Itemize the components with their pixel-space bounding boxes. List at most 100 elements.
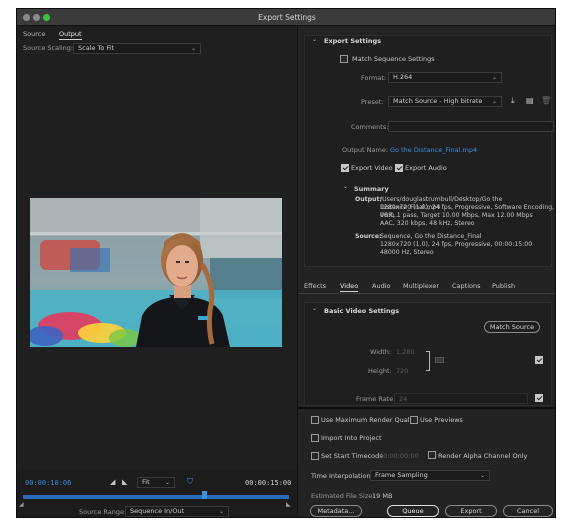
comments-input[interactable] [388, 121, 554, 132]
estimated-file-size-label: Estimated File Size: [311, 492, 375, 500]
zoom-fit-value: Fit [142, 478, 150, 486]
format-dropdown[interactable]: H.264 ⌄ [388, 72, 502, 83]
width-value[interactable]: 1,280 [396, 348, 415, 356]
width-match-checkbox[interactable] [535, 356, 543, 364]
timeline-controls: 00:00:10:06 ◢ ◣ Fit ⌄ ⛉ 00:00:15:00 ◢ ◣ … [17, 469, 297, 517]
collapse-chevron-icon[interactable]: ⌄ [343, 183, 348, 190]
export-video-checkbox[interactable] [341, 164, 349, 172]
preview-panel: Source Output Source Scaling: Scale To F… [17, 26, 297, 517]
height-value[interactable]: 720 [396, 367, 408, 375]
frame-rate-value: 24 [399, 395, 408, 403]
chevron-down-icon: ⌄ [164, 479, 170, 486]
collapse-chevron-icon[interactable]: ⌄ [312, 305, 317, 312]
export-video-label: Export Video [351, 164, 393, 172]
use-previews-checkbox[interactable] [410, 416, 418, 424]
tab-video[interactable]: Video [340, 282, 359, 292]
preview-frame-image [30, 198, 282, 347]
set-start-timecode-label: Set Start Timecode [321, 452, 384, 460]
export-button[interactable]: Export [445, 505, 497, 517]
source-scaling-dropdown[interactable]: Scale To Fit ⌄ [73, 43, 201, 54]
collapse-chevron-icon[interactable]: ⌄ [312, 36, 317, 43]
chevron-down-icon: ⌄ [491, 74, 497, 81]
output-name-link[interactable]: Go the Distance_Final.mp4 [390, 146, 477, 154]
format-label: Format: [361, 74, 387, 82]
basic-video-settings-header: Basic Video Settings [324, 307, 400, 315]
playhead-handle[interactable] [201, 491, 207, 499]
match-sequence-label: Match Sequence Settings [352, 55, 435, 63]
summary-header: Summary [354, 185, 389, 193]
import-preset-icon[interactable]: ▤ [526, 96, 534, 105]
settings-panel: ⌄ Export Settings Match Sequence Setting… [298, 26, 555, 517]
max-render-quality-checkbox[interactable] [311, 416, 319, 424]
preset-label: Preset: [361, 98, 384, 106]
match-sequence-checkbox[interactable] [340, 55, 348, 63]
link-dimensions-icon[interactable] [435, 357, 444, 363]
tab-audio[interactable]: Audio [372, 282, 390, 290]
set-out-point-icon[interactable]: ◣ [122, 478, 127, 486]
tab-output[interactable]: Output [59, 30, 82, 40]
summary-output-line: AAC, 320 kbps, 48 kHz, Stereo [380, 220, 475, 227]
frame-rate-dropdown[interactable]: 24 [394, 393, 528, 404]
tab-effects[interactable]: Effects [304, 282, 326, 290]
preset-value: Match Source - High bitrate [393, 97, 483, 105]
metadata-button[interactable]: Metadata... [310, 505, 362, 517]
cancel-button[interactable]: Cancel [503, 505, 553, 517]
title-bar: Export Settings [17, 9, 555, 26]
save-preset-icon[interactable]: ⤓ [511, 96, 515, 106]
time-interpolation-label: Time Interpolation: [311, 472, 373, 480]
current-timecode[interactable]: 00:00:10:06 [25, 479, 71, 487]
export-audio-label: Export Audio [405, 164, 447, 172]
frame-rate-label: Frame Rate: [356, 395, 396, 403]
in-point-marker-icon[interactable]: ◢ [19, 501, 24, 508]
source-range-value: Sequence In/Out [130, 507, 185, 515]
time-interpolation-dropdown[interactable]: Frame Sampling ⌄ [370, 470, 490, 481]
delete-preset-icon[interactable]: 🗑 [541, 96, 551, 105]
width-label: Width: [370, 348, 392, 356]
source-range-dropdown[interactable]: Sequence In/Out ⌄ [125, 506, 229, 517]
source-range-label: Source Range: [79, 508, 127, 516]
timeline-track[interactable] [23, 495, 289, 499]
chevron-down-icon: ⌄ [218, 508, 224, 515]
queue-button[interactable]: Queue [387, 505, 439, 517]
summary-source-label: Source: [355, 233, 382, 240]
summary-source-line: 48000 Hz, Stereo [380, 249, 434, 256]
export-settings-window: Export Settings Source Output Source Sca… [16, 8, 556, 518]
format-value: H.264 [393, 73, 413, 81]
render-alpha-label: Render Alpha Channel Only [438, 452, 528, 460]
import-into-project-checkbox[interactable] [311, 434, 319, 442]
use-previews-label: Use Previews [420, 416, 463, 424]
frame-rate-match-checkbox[interactable] [535, 394, 543, 402]
start-timecode-value[interactable]: 00:00:00:00 [379, 452, 419, 460]
max-render-quality-label: Use Maximum Render Quality [321, 416, 418, 424]
time-interpolation-value: Frame Sampling [375, 471, 428, 479]
end-timecode: 00:00:15:00 [245, 479, 292, 487]
chevron-down-icon: ⌄ [479, 472, 485, 479]
tab-multiplexer[interactable]: Multiplexer [403, 282, 439, 290]
set-in-point-icon[interactable]: ◢ [110, 478, 115, 486]
video-preview [30, 198, 282, 347]
zoom-fit-dropdown[interactable]: Fit ⌄ [137, 477, 175, 488]
window-title: Export Settings [258, 13, 316, 22]
link-bracket [426, 351, 430, 371]
chevron-down-icon: ⌄ [491, 98, 497, 105]
height-label: Height: [368, 367, 392, 375]
comments-label: Comments: [351, 123, 389, 131]
source-scaling-value: Scale To Fit [78, 44, 115, 52]
out-point-marker-icon[interactable]: ◣ [286, 501, 291, 508]
import-into-project-label: Import Into Project [321, 434, 382, 442]
summary-output-label: Output: [355, 196, 382, 203]
match-source-button[interactable]: Match Source [484, 321, 540, 333]
source-scaling-label: Source Scaling: [23, 44, 74, 52]
preset-dropdown[interactable]: Match Source - High bitrate ⌄ [388, 96, 502, 107]
output-name-label: Output Name: [342, 146, 389, 154]
tab-source[interactable]: Source [23, 30, 45, 38]
export-audio-checkbox[interactable] [395, 164, 403, 172]
aspect-ratio-icon[interactable]: ⛉ [187, 477, 193, 487]
render-alpha-checkbox[interactable] [428, 451, 436, 459]
set-start-timecode-checkbox[interactable] [311, 452, 319, 460]
tab-captions[interactable]: Captions [452, 282, 481, 290]
estimated-file-size-value: 19 MB [372, 492, 393, 500]
chevron-down-icon: ⌄ [190, 45, 196, 52]
tab-publish[interactable]: Publish [492, 282, 515, 290]
settings-tab-bar: Effects Video Audio Multiplexer Captions… [298, 276, 555, 294]
